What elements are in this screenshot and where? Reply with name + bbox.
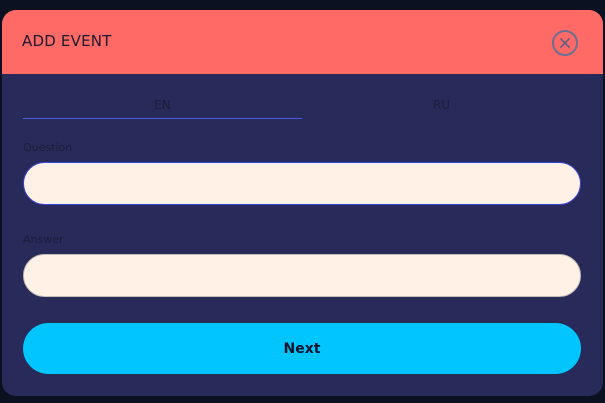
language-tabs: EN RU [23, 94, 583, 120]
add-event-modal: ADD EVENT EN RU Question Answer Next [2, 10, 603, 396]
next-button[interactable]: Next [23, 323, 581, 374]
answer-label: Answer [23, 233, 64, 246]
close-button[interactable] [552, 30, 578, 56]
modal-title: ADD EVENT [22, 32, 112, 50]
tab-en[interactable]: EN [23, 94, 302, 119]
modal-header: ADD EVENT [2, 10, 603, 74]
answer-input[interactable] [23, 254, 581, 297]
tab-ru[interactable]: RU [302, 94, 581, 118]
question-input[interactable] [23, 162, 581, 205]
question-label: Question [23, 141, 73, 154]
close-icon [560, 38, 570, 48]
